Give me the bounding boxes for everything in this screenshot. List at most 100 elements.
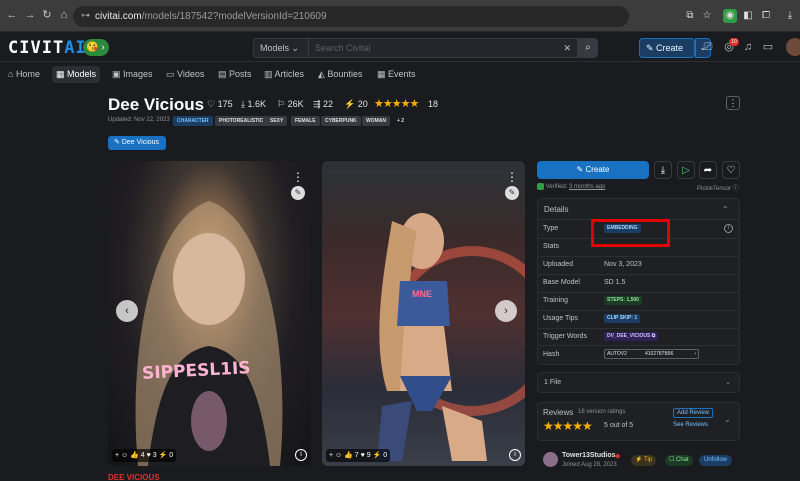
nav-models[interactable]: ▦ Models [52,66,101,83]
nav-articles[interactable]: ▥ Articles [260,66,308,83]
reload-icon[interactable]: ↻ [40,8,54,22]
nav-images[interactable]: ▣ Images [108,66,157,83]
verified-date-link[interactable]: 3 months ago [569,184,605,190]
version-tab[interactable]: ✎ Dee Vicious [108,136,166,150]
tag-chip[interactable]: WOMAN [362,116,390,126]
info-icon[interactable]: i [295,449,307,461]
user-menu-badge[interactable]: 😘 › [83,39,109,56]
avatar[interactable] [786,38,800,56]
hash-algo[interactable]: AUTOV2 [607,350,627,358]
tag-chip[interactable]: CYBERPUNK [321,116,361,126]
tips-count: 20 [357,99,368,109]
review-stars: ★★★★★ [543,419,593,433]
model-subtitle: DEE VICIOUS [108,473,160,481]
files-label: 1 File [544,379,562,386]
unfollow-button[interactable]: Unfollow [699,455,733,466]
carousel-prev-button[interactable]: ‹ [116,300,138,322]
image-menu-icon[interactable]: ⋮ [292,170,304,184]
chevron-up-icon[interactable]: ⌃ [722,205,729,214]
info-icon[interactable]: i [509,449,521,461]
create-button[interactable]: ✎ Create [537,161,649,179]
buzz-stat: ⚐ 26K [277,99,304,109]
rating-count: 18 [428,99,439,109]
tips-stat[interactable]: ⚡ 20 [344,99,368,110]
hash-selector[interactable]: AUTOV2 4102787B96 › [604,349,699,359]
extensions-puzzle-icon[interactable]: ⧠ [759,9,773,23]
civitai-logo[interactable]: CIVITAI [8,38,87,58]
chevron-down-icon[interactable]: ⌄ [724,415,731,424]
buzz-count: 26K [287,99,304,109]
search-type-select[interactable]: Models ⌄ [253,38,309,58]
search-icon[interactable]: ⌕ [578,38,598,58]
files-accordion[interactable]: 1 File ⌄ [537,372,740,393]
extension-icon[interactable]: ◉ [723,9,737,23]
comments-stat[interactable]: ⇶ 22 [313,99,333,110]
creator-avatar[interactable] [543,452,558,467]
install-app-icon[interactable]: ⧉ [683,9,697,23]
add-review-button[interactable]: Add Review [673,408,714,418]
image-reactions[interactable]: + ☺ 👍 4 ♥ 3 ⚡ 0 [112,449,177,462]
heart-icon[interactable]: ♡ [722,161,740,179]
tag-chip[interactable]: PHOTOREALISTIC [215,116,268,126]
play-icon[interactable]: ▷ [677,161,695,179]
search-input[interactable]: Search Civitai ✕ [308,38,578,58]
hash-label: Hash [543,351,560,358]
chevron-right-icon[interactable]: › [694,350,696,358]
tag-chip[interactable]: FEMALE [291,116,320,126]
url-host: civitai.com [95,11,142,22]
see-reviews-link[interactable]: See Reviews [673,422,708,428]
url-path: /models/187542?modelVersionId=210609 [141,11,327,22]
page-title: Dee Vicious [108,95,205,114]
nav-posts[interactable]: ▤ Posts [214,66,256,83]
home-icon[interactable]: ⌂ [57,8,71,22]
gallery-image[interactable]: SIPPESL1IS [108,161,311,466]
share-icon[interactable]: ➦ [699,161,717,179]
remix-icon[interactable]: ✎ [505,186,519,200]
tag-chip[interactable]: CHARACTER [173,116,213,126]
create-button[interactable]: ✎ Create [639,38,695,58]
logo-text: CIVIT [8,38,65,58]
downloads-count: 1.6K [247,99,266,109]
back-icon[interactable]: ← [5,8,19,22]
remix-icon[interactable]: ✎ [291,186,305,200]
nav-home[interactable]: ⌂ Home [4,66,44,83]
more-options-icon[interactable]: ⋮ [726,96,740,110]
likes-stat[interactable]: ♡ 175 [207,99,233,110]
extension-icon[interactable]: ◧ [741,9,755,23]
nav-videos[interactable]: ▭ Videos [162,66,208,83]
portrait-illustration [135,201,283,466]
type-label: Type [543,225,559,232]
more-tags-chip[interactable]: + 2 [393,116,408,126]
publisher[interactable]: PickleTensor ⓘ [697,183,739,192]
download-icon[interactable]: ⤓ [783,9,797,23]
upload-icon[interactable]: ⎚ [701,40,715,54]
clear-icon[interactable]: ✕ [563,39,571,57]
tag-chip[interactable]: SEXY [266,116,288,126]
creator-name[interactable]: Tower13Studios [562,452,616,459]
download-icon[interactable]: ⤓ [654,161,672,179]
address-bar[interactable]: ⊶ civitai.com/models/187542?modelVersion… [73,6,629,27]
details-title[interactable]: Details [544,205,568,214]
nav-events[interactable]: ▦ Events [373,66,420,83]
reviews-title: Reviews [543,408,574,417]
downloads-stat: ⤓ 1.6K [241,99,266,109]
bell-icon[interactable]: ♫ [741,40,755,54]
image-reactions[interactable]: + ☺ 👍 7 ♥ 9 ⚡ 0 [326,449,391,462]
hash-value[interactable]: 4102787B96 [645,350,673,358]
chat-icon[interactable]: ▭ [761,40,775,54]
updated-date: Updated: Nov 22, 2023 [108,117,170,123]
info-icon[interactable]: i [724,224,733,233]
chevron-down-icon[interactable]: ⌄ [725,373,731,393]
training-badge: STEPS: 1,500 [604,296,642,305]
nav-bounties[interactable]: ◭ Bounties [314,66,366,83]
bookmark-star-icon[interactable]: ☆ [700,9,714,23]
rating-stars[interactable]: ★★★★★ [374,97,419,110]
trigger-word-badge[interactable]: DV_DEE_VICIOUS ⧉ [604,332,659,341]
site-info-icon[interactable]: ⊶ [81,10,90,21]
chat-button[interactable]: ☐ Chat [665,455,693,466]
forward-icon[interactable]: → [23,8,37,22]
carousel-next-button[interactable]: › [495,300,517,322]
image-menu-icon[interactable]: ⋮ [506,170,518,184]
nav-label: Articles [274,69,305,79]
tip-button[interactable]: ⚡ Tip [631,455,657,466]
